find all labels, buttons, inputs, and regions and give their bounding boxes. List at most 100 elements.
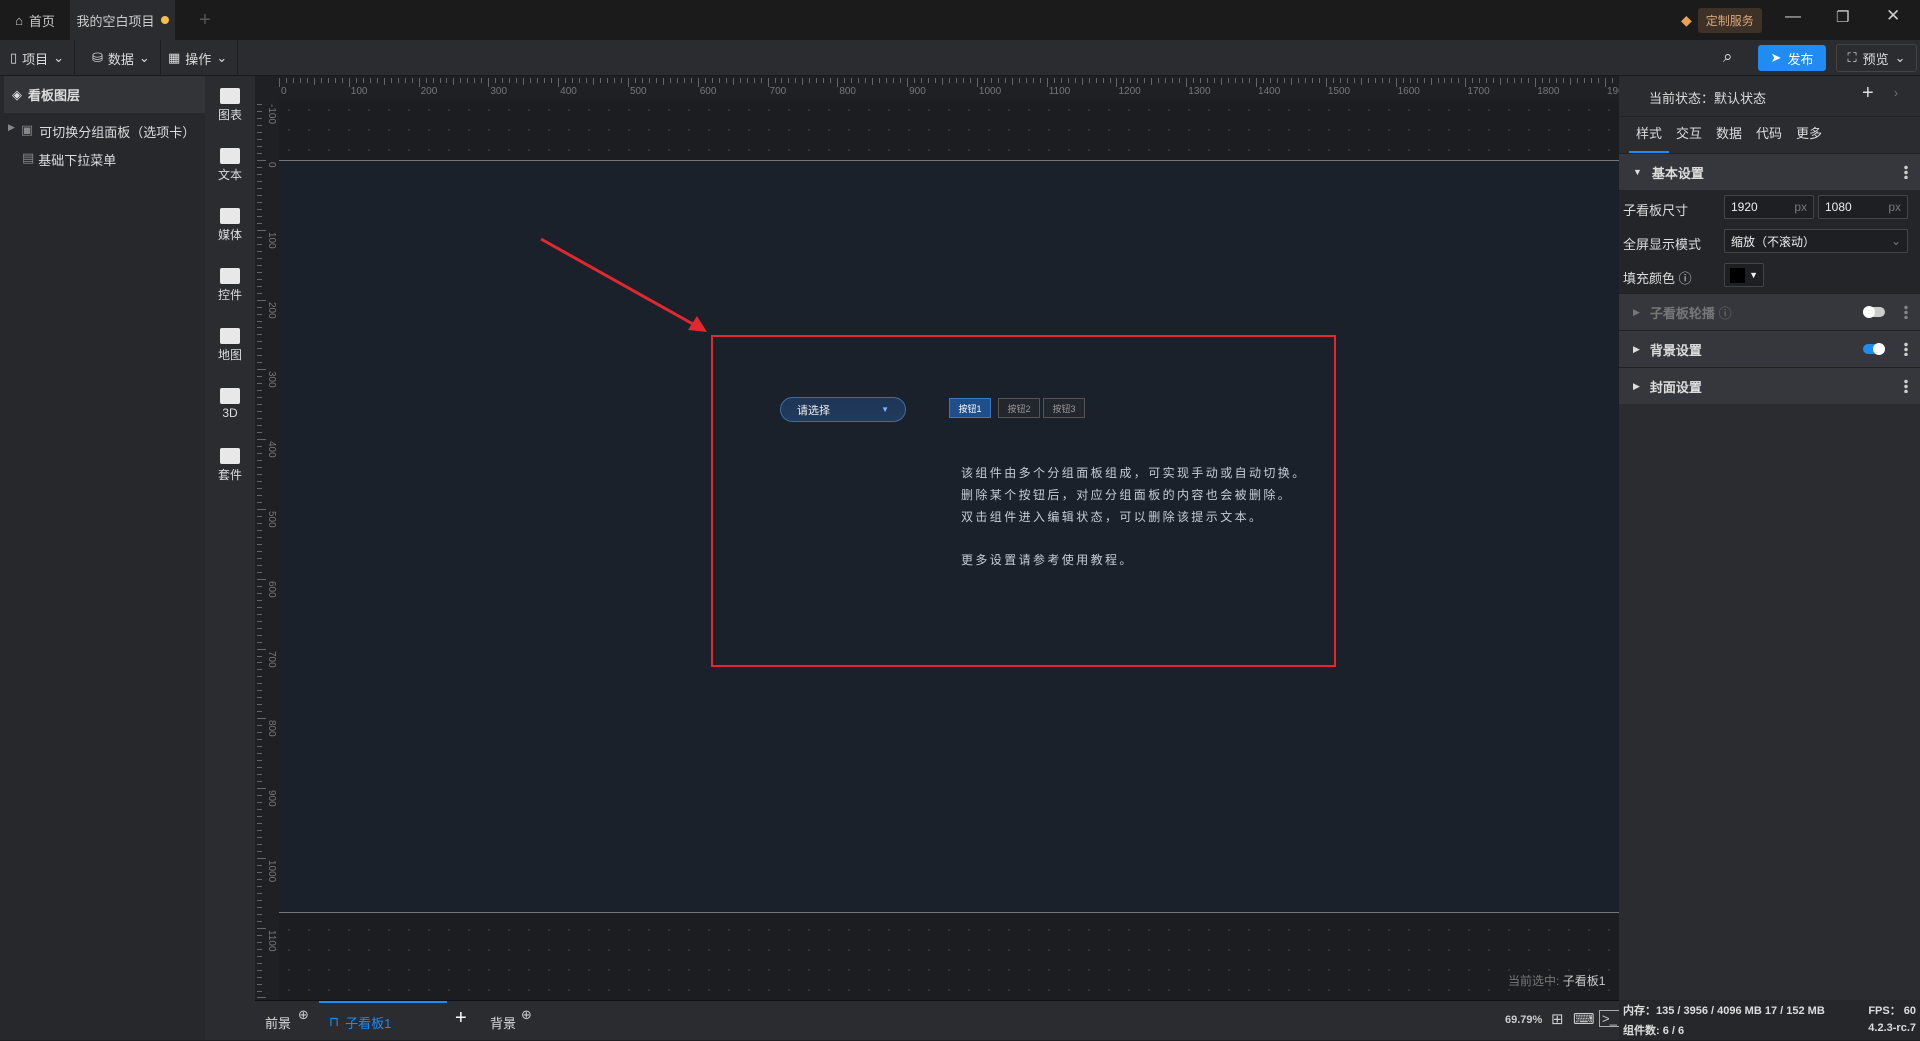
menu-operate[interactable]: ▦ 操作 ⌄: [158, 40, 239, 76]
add-state-button[interactable]: +: [1862, 82, 1874, 105]
chevron-right-icon[interactable]: ›: [1894, 86, 1898, 100]
fit-screen-icon[interactable]: ⊞: [1551, 1010, 1564, 1028]
zoom-level[interactable]: 69.79%: [1505, 1014, 1542, 1026]
ruler-tick: [662, 78, 664, 85]
ruler-tick: [257, 236, 262, 238]
component-text[interactable]: 文本: [205, 148, 255, 183]
sub-board[interactable]: [279, 160, 1619, 913]
ruler-tick: [362, 78, 364, 83]
tab-data[interactable]: 数据: [1709, 117, 1749, 153]
ruler-tick: [711, 78, 713, 83]
ruler-tick: [257, 571, 262, 573]
component-chart[interactable]: 图表: [205, 88, 255, 123]
layer-item[interactable]: ▶ ▣ 可切换分组面板（选项卡）: [8, 122, 195, 141]
menu-data[interactable]: ⛁ 数据 ⌄: [82, 40, 161, 76]
publish-button[interactable]: ➤ 发布: [1758, 45, 1826, 71]
tab-button-2[interactable]: 按钮2: [998, 398, 1040, 418]
ruler-tick: [1221, 78, 1223, 85]
section-carousel[interactable]: ▶ 子看板轮播 ⓘ: [1619, 293, 1920, 330]
more-icon[interactable]: [1904, 379, 1908, 393]
ruler-tick: [1465, 78, 1467, 87]
component-kit[interactable]: 套件: [205, 448, 255, 483]
tab-sub-board-1[interactable]: ⊓ 子看板1: [319, 1001, 447, 1041]
height-input[interactable]: 1080 px: [1818, 195, 1908, 219]
add-board-button[interactable]: +: [455, 1007, 467, 1030]
tab-project[interactable]: 我的空白项目: [70, 0, 175, 40]
ruler-tick: [383, 78, 385, 85]
add-foreground-icon[interactable]: ⊕: [298, 1007, 309, 1023]
ruler-tick: [257, 641, 262, 643]
carousel-toggle[interactable]: [1863, 306, 1885, 318]
ruler-tick: [907, 78, 909, 87]
ruler-label: 700: [266, 650, 277, 668]
ruler-tick: [460, 78, 462, 83]
help-icon[interactable]: ⓘ: [1679, 271, 1692, 286]
ruler-tick: [257, 564, 262, 566]
search-icon[interactable]: ⌕: [1723, 47, 1733, 67]
ruler-tick: [641, 78, 643, 83]
ruler-tick: [1109, 78, 1111, 83]
ruler-tick: [257, 899, 262, 901]
keyboard-icon[interactable]: ⌨: [1573, 1010, 1595, 1028]
ruler-tick: [257, 809, 262, 811]
section-basic[interactable]: ▼ 基本设置: [1619, 153, 1920, 190]
tab-style[interactable]: 样式: [1629, 117, 1669, 153]
ruler-tick: [257, 578, 266, 580]
basic-dropdown[interactable]: 请选择 ▼: [780, 397, 906, 422]
tab-foreground[interactable]: 前景: [265, 1013, 291, 1032]
component-media[interactable]: 媒体: [205, 208, 255, 243]
tab-more[interactable]: 更多: [1789, 117, 1829, 153]
file-icon: ▯: [10, 50, 18, 65]
section-background[interactable]: ▶ 背景设置: [1619, 330, 1920, 367]
color-swatch: [1730, 267, 1745, 283]
more-icon[interactable]: [1904, 305, 1908, 319]
close-button[interactable]: ✕: [1886, 6, 1900, 26]
ruler-tick: [879, 78, 881, 83]
ruler-tick: [257, 934, 262, 936]
background-toggle[interactable]: [1863, 343, 1885, 355]
fps: FPS： 60: [1868, 1005, 1916, 1017]
vertical-ruler[interactable]: -100 0 100 200 300 400 500 600 700 800 900 1000 1100: [255, 76, 279, 1000]
new-tab-button[interactable]: +: [175, 0, 235, 40]
ruler-tick: [279, 78, 280, 87]
ruler-tick: [257, 508, 266, 510]
add-background-icon[interactable]: ⊕: [521, 1007, 532, 1023]
ruler-tick: [1249, 78, 1251, 83]
component-control[interactable]: 控件: [205, 268, 255, 303]
help-icon[interactable]: ⓘ: [1719, 303, 1732, 322]
ruler-tick: [257, 215, 262, 217]
custom-service-button[interactable]: ◆ 定制服务: [1675, 7, 1762, 33]
terminal-icon[interactable]: >_: [1599, 1010, 1620, 1027]
more-icon[interactable]: [1904, 342, 1908, 356]
tab-code[interactable]: 代码: [1749, 117, 1789, 153]
menu-project[interactable]: ▯ 项目 ⌄: [0, 40, 76, 76]
ruler-tick: [257, 369, 266, 371]
width-input[interactable]: 1920 px: [1724, 195, 1814, 219]
horizontal-ruler[interactable]: 0 100 200 300 400 500 600 700 800 900 1000 1100 1200…: [255, 76, 1629, 100]
component-map[interactable]: 地图: [205, 328, 255, 363]
tab-background[interactable]: 背景: [490, 1013, 516, 1032]
preview-button[interactable]: ⛶ 预览 ⌄: [1836, 44, 1917, 72]
fullscreen-mode-select[interactable]: 缩放（不滚动） ⌄: [1724, 229, 1908, 253]
restore-button[interactable]: ❐: [1836, 8, 1849, 26]
ruler-tick: [1535, 78, 1537, 87]
ruler-label: 1700: [1467, 86, 1490, 97]
ruler-label: 100: [266, 231, 277, 249]
tab-button-1[interactable]: 按钮1: [949, 398, 991, 418]
more-icon[interactable]: [1904, 165, 1908, 179]
minimize-button[interactable]: —: [1785, 8, 1801, 26]
fill-color-picker[interactable]: ▼: [1724, 263, 1764, 287]
ruler-tick: [607, 78, 608, 83]
tab-interaction[interactable]: 交互: [1669, 117, 1709, 153]
ruler-label: 300: [266, 371, 277, 389]
component-count: 组件数: 6 / 6: [1623, 1025, 1685, 1037]
canvas[interactable]: 当前选中: 子看板1: [279, 100, 1619, 1000]
layer-item[interactable]: ▤ 基础下拉菜单: [22, 150, 116, 169]
component-3d[interactable]: 3D: [205, 388, 255, 420]
ruler-tick: [788, 78, 790, 83]
section-cover[interactable]: ▶ 封面设置: [1619, 367, 1920, 404]
ruler-tick: [257, 613, 262, 615]
tab-button-3[interactable]: 按钮3: [1043, 398, 1085, 418]
ruler-tick: [292, 78, 294, 83]
tab-home[interactable]: ⌂ 首页: [0, 0, 70, 40]
